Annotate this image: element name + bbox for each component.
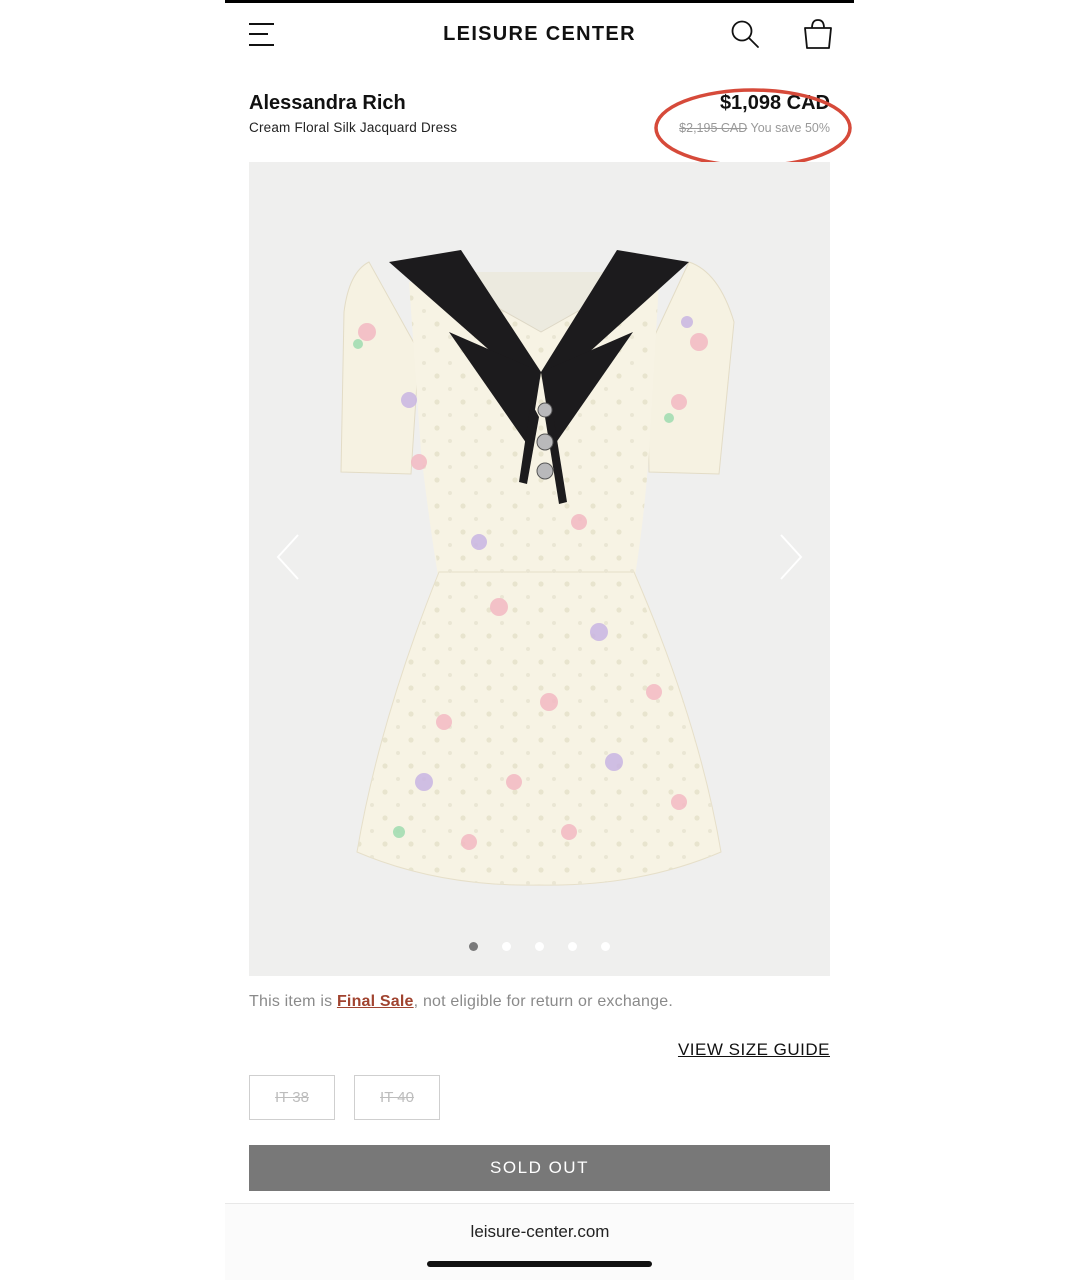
home-indicator[interactable] (427, 1261, 652, 1267)
size-option-it38[interactable]: IT 38 (249, 1075, 335, 1120)
carousel-dot[interactable] (601, 942, 610, 951)
final-sale-link[interactable]: Final Sale (337, 993, 414, 1010)
carousel-dot[interactable] (535, 942, 544, 951)
browser-address-bar (225, 1204, 854, 1280)
product-brand[interactable]: Alessandra Rich (249, 92, 406, 115)
sold-out-button[interactable]: SOLD OUT (249, 1145, 830, 1191)
carousel-dot[interactable] (568, 942, 577, 951)
product-name: Cream Floral Silk Jacquard Dress (249, 120, 458, 135)
carousel-pagination (249, 938, 830, 951)
carousel-dot[interactable] (502, 942, 511, 951)
annotation-circle (654, 88, 852, 168)
address-url[interactable]: leisure-center.com (0, 1222, 1080, 1242)
size-option-it40[interactable]: IT 40 (354, 1075, 440, 1120)
shopping-bag-icon[interactable] (803, 18, 833, 50)
site-header: LEISURE CENTER (225, 3, 854, 65)
chevron-right-icon[interactable] (775, 532, 805, 582)
product-image-gallery[interactable] (249, 162, 830, 976)
size-guide-link[interactable]: VIEW SIZE GUIDE (678, 1040, 830, 1060)
chevron-left-icon[interactable] (274, 532, 304, 582)
notice-prefix: This item is (249, 993, 337, 1010)
carousel-dot[interactable] (469, 942, 478, 951)
product-image (340, 250, 735, 886)
final-sale-notice: This item is Final Sale, not eligible fo… (249, 993, 673, 1011)
search-icon[interactable] (730, 19, 760, 49)
notice-suffix: , not eligible for return or exchange. (413, 993, 673, 1010)
